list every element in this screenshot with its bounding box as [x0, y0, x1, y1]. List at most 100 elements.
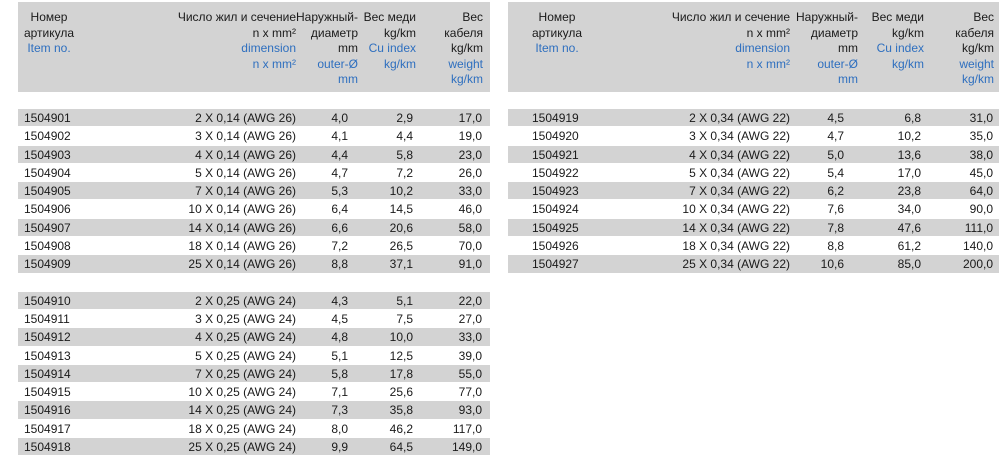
item-no-cell: 1504903 [24, 147, 71, 162]
item-no-cell: 1504918 [24, 440, 71, 455]
header-line: Число жил и сечение [671, 10, 790, 24]
cu-index-cell: 34,0 [897, 202, 921, 217]
dimension-cell: 10 X 0,25 (AWG 24) [188, 385, 296, 400]
table-row: 1504923 7 X 0,34 (AWG 22) 6,2 23,8 64,0 [508, 182, 999, 201]
header-line: артикула [531, 25, 583, 40]
cu-index-cell: 20,6 [389, 220, 413, 235]
outer-diameter-cell: 8,8 [827, 239, 844, 254]
outer-diameter-cell: 4,3 [331, 293, 348, 308]
table-row: 1504913 5 X 0,25 (AWG 24) 5,1 12,5 39,0 [18, 347, 490, 365]
cu-index-cell: 10,2 [389, 184, 413, 199]
weight-cell: 31,0 [969, 111, 993, 125]
header-cu-index: Вес меди kg/km Cu index kg/km [858, 10, 924, 72]
dimension-cell: 18 X 0,25 (AWG 24) [188, 421, 296, 436]
header-line: kg/km [891, 25, 924, 40]
dimension-cell: 18 X 0,34 (AWG 22) [682, 239, 790, 254]
dimension-cell: 4 X 0,25 (AWG 24) [195, 330, 296, 345]
item-no-cell: 1504902 [24, 129, 71, 144]
weight-cell: 33,0 [458, 330, 482, 345]
item-no-cell: 1504911 [24, 311, 70, 326]
table-row: 1504909 25 X 0,14 (AWG 26) 8,8 37,1 91,0 [18, 255, 490, 274]
weight-cell: 111,0 [964, 220, 993, 235]
header-line: dimension [241, 41, 296, 55]
cu-index-cell: 26,5 [389, 239, 413, 254]
cable-table-right: Номер артикула Item no. Число жил и сечение… [508, 2, 999, 274]
cu-index-cell: 13,6 [897, 147, 921, 162]
dimension-cell: 25 X 0,14 (AWG 26) [188, 257, 296, 272]
table-row: 1504911 3 X 0,25 (AWG 24) 4,5 7,5 27,0 [18, 310, 490, 329]
outer-diameter-cell: 4,4 [331, 147, 348, 162]
dimension-cell: 5 X 0,25 (AWG 24) [195, 348, 296, 363]
cu-index-cell: 7,5 [396, 311, 413, 326]
outer-diameter-cell: 5,1 [331, 348, 348, 363]
header-line: mm [338, 41, 358, 55]
header-line: mm [838, 41, 858, 55]
table-row: 1504914 7 X 0,25 (AWG 24) 5,8 17,8 55,0 [18, 364, 490, 384]
item-no-cell: 1504912 [24, 330, 71, 345]
dimension-cell: 14 X 0,34 (AWG 22) [682, 220, 790, 235]
table-row: 1504924 10 X 0,34 (AWG 22) 7,6 34,0 90,0 [508, 200, 999, 219]
header-line: Вес [973, 10, 994, 24]
cu-index-cell: 47,6 [897, 220, 921, 235]
dimension-cell: 4 X 0,34 (AWG 22) [689, 147, 790, 162]
header-line: Наружный- [296, 10, 358, 24]
table-row: 1504912 4 X 0,25 (AWG 24) 4,8 10,0 33,0 [18, 328, 490, 347]
header-line: кабеля [444, 25, 483, 40]
dimension-cell: 7 X 0,34 (AWG 22) [689, 184, 790, 199]
header-line: kg/km [450, 72, 483, 86]
weight-cell: 140,0 [962, 239, 993, 254]
cu-index-cell: 10,2 [897, 129, 921, 144]
cu-index-cell: 14,5 [389, 202, 413, 217]
header-outer-diameter: Наружный-диаметр mm outer-Ø mm [776, 10, 858, 88]
weight-cell: 117,0 [452, 421, 482, 436]
item-no-cell: 1504920 [532, 129, 579, 144]
dimension-cell: 14 X 0,14 (AWG 26) [188, 220, 296, 235]
header-line: Номер [30, 10, 68, 24]
table-row: 1504907 14 X 0,14 (AWG 26) 6,6 20,6 58,0 [18, 218, 490, 238]
cu-index-cell: 7,2 [396, 165, 413, 180]
outer-diameter-cell: 8,8 [331, 257, 348, 272]
header-line: диаметр [310, 25, 358, 40]
header-line: диаметр [810, 25, 858, 40]
dimension-cell: 5 X 0,34 (AWG 22) [689, 165, 790, 180]
cu-index-cell: 6,8 [904, 111, 921, 125]
item-no-cell: 1504921 [532, 147, 579, 162]
item-no-cell: 1504922 [532, 165, 579, 180]
weight-cell: 33,0 [458, 184, 482, 199]
item-no-cell: 1504926 [532, 239, 579, 254]
table-row: 1504917 18 X 0,25 (AWG 24) 8,0 46,2 117,0 [18, 420, 490, 439]
weight-cell: 26,0 [458, 165, 482, 180]
cu-index-cell: 5,1 [396, 293, 413, 308]
item-no-cell: 1504913 [24, 348, 71, 363]
cable-table-left: Номер артикула Item no. Число жил и сечение… [18, 2, 490, 457]
item-no-cell: 1504923 [532, 184, 579, 199]
item-no-cell: 1504914 [24, 366, 71, 381]
header-line: dimension [735, 41, 790, 55]
dimension-cell: 2 X 0,14 (AWG 26) [195, 111, 296, 125]
dimension-cell: 25 X 0,25 (AWG 24) [188, 440, 296, 455]
cu-index-cell: 23,8 [897, 184, 921, 199]
item-no-cell: 1504927 [532, 257, 579, 272]
table-row: 1504904 5 X 0,14 (AWG 26) 4,7 7,2 26,0 [18, 164, 490, 183]
weight-cell: 149,0 [451, 440, 482, 455]
cu-index-cell: 61,2 [897, 239, 921, 254]
header-line: Item no. [27, 41, 71, 55]
item-no-cell: 1504924 [532, 202, 579, 217]
outer-diameter-cell: 4,5 [331, 311, 348, 326]
header-line: n x mm² [252, 25, 296, 40]
weight-cell: 55,0 [458, 366, 482, 381]
header-line: kg/km [450, 41, 483, 55]
header-line: Item no. [535, 41, 579, 55]
table-row: 1504902 3 X 0,14 (AWG 26) 4,1 4,4 19,0 [18, 127, 490, 146]
item-no-cell: 1504915 [24, 385, 71, 400]
header-line: kg/km [383, 56, 416, 71]
table-header: Номер артикула Item no. Число жил и сечение… [508, 2, 999, 92]
item-no-cell: 1504904 [24, 165, 71, 180]
table-row: 1504926 18 X 0,34 (AWG 22) 8,8 61,2 140,0 [508, 237, 999, 256]
header-line: mm [838, 72, 858, 86]
weight-cell: 19,0 [458, 129, 482, 144]
outer-diameter-cell: 5,4 [827, 165, 844, 180]
outer-diameter-cell: 7,1 [331, 385, 348, 400]
header-line: Вес меди [363, 10, 416, 24]
